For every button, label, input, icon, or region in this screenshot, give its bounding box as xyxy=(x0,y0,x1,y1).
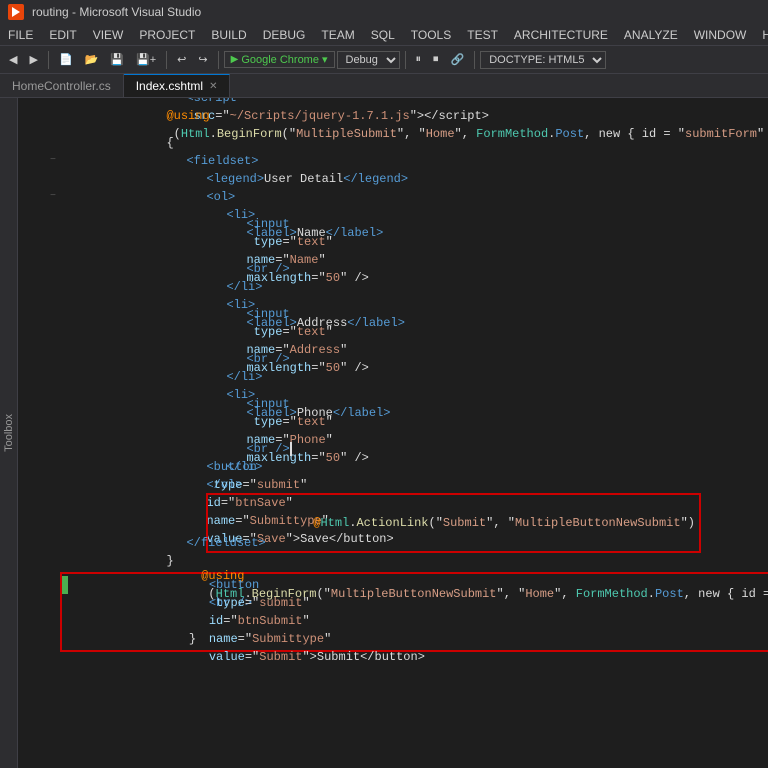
line-num-13 xyxy=(18,314,42,332)
line-num-12 xyxy=(18,296,42,314)
menu-sql[interactable]: SQL xyxy=(363,26,403,44)
line-num-23 xyxy=(18,494,42,512)
line-num-9 xyxy=(18,242,42,260)
line-num-21 xyxy=(18,458,42,476)
bottom-red-section: @using (Html.BeginForm("MultipleButtonNe… xyxy=(60,572,768,652)
run-button[interactable]: ▶ Google Chrome ▾ xyxy=(224,51,335,68)
menu-help[interactable]: HELP xyxy=(754,26,768,44)
menu-architecture[interactable]: ARCHITECTURE xyxy=(506,26,616,44)
line-num-2 xyxy=(18,116,42,134)
line-num-20 xyxy=(18,440,42,458)
tab-homecontroller-label: HomeController.cs xyxy=(12,79,111,93)
menu-file[interactable]: FILE xyxy=(0,26,41,44)
menu-bar: FILE EDIT VIEW PROJECT BUILD DEBUG TEAM … xyxy=(0,24,768,46)
back-btn[interactable]: ◀ xyxy=(4,50,22,69)
menu-build[interactable]: BUILD xyxy=(203,26,254,44)
toolbar: ◀ ▶ 📄 📂 💾 💾+ ↩ ↪ ▶ Google Chrome ▾ Debug… xyxy=(0,46,768,74)
title-text: routing - Microsoft Visual Studio xyxy=(32,5,201,19)
close-tab-icon[interactable]: ✕ xyxy=(209,81,217,92)
menu-debug[interactable]: DEBUG xyxy=(255,26,314,44)
line-num-29 xyxy=(18,602,42,620)
menu-project[interactable]: PROJECT xyxy=(131,26,203,44)
tab-bar: HomeController.cs Index.cshtml ✕ xyxy=(0,74,768,98)
doctype-dropdown[interactable]: DOCTYPE: HTML5 xyxy=(480,51,606,69)
menu-tools[interactable]: TOOLS xyxy=(403,26,459,44)
line-num-28 xyxy=(18,584,42,602)
line-num-16 xyxy=(18,368,42,386)
line-num-14 xyxy=(18,332,42,350)
line-num-17 xyxy=(18,386,42,404)
redo-btn[interactable]: ↪ xyxy=(193,50,212,69)
vs-icon xyxy=(8,4,24,20)
line-num-4 xyxy=(18,152,42,170)
code-area: − − xyxy=(18,98,768,768)
attach-btn[interactable]: 🔗 xyxy=(446,50,470,69)
line-num-25 xyxy=(18,530,42,548)
pause-btn[interactable]: ⏸ xyxy=(411,50,427,69)
stop-btn[interactable]: ⏹ xyxy=(428,50,444,69)
code-editor[interactable]: − − xyxy=(18,98,768,768)
menu-edit[interactable]: EDIT xyxy=(41,26,84,44)
menu-view[interactable]: VIEW xyxy=(85,26,132,44)
line-num-26 xyxy=(18,548,42,566)
new-btn[interactable]: 📄 xyxy=(54,50,78,69)
save-btn[interactable]: 💾 xyxy=(105,50,129,69)
separator-3 xyxy=(218,51,219,69)
save-all-btn[interactable]: 💾+ xyxy=(131,50,161,69)
line-numbers xyxy=(18,98,50,768)
menu-test[interactable]: TEST xyxy=(459,26,506,44)
separator-4 xyxy=(405,51,406,69)
forward-btn[interactable]: ▶ xyxy=(24,50,42,69)
tab-homecontroller[interactable]: HomeController.cs xyxy=(0,74,124,97)
open-btn[interactable]: 📂 xyxy=(80,50,104,69)
line-num-6 xyxy=(18,188,42,206)
line-num-19 xyxy=(18,422,42,440)
line-num-10 xyxy=(18,260,42,278)
line-num-27 xyxy=(18,566,42,584)
menu-team[interactable]: TEAM xyxy=(313,26,362,44)
line-num-8 xyxy=(18,224,42,242)
action-link-highlight: @Html.ActionLink("Submit", "MultipleButt… xyxy=(206,493,701,553)
tab-index-cshtml[interactable]: Index.cshtml ✕ xyxy=(124,74,231,97)
debug-dropdown[interactable]: Debug xyxy=(337,51,400,69)
undo-btn[interactable]: ↩ xyxy=(172,50,191,69)
menu-window[interactable]: WINDOW xyxy=(686,26,755,44)
toolbox-sidebar[interactable]: Toolbox xyxy=(0,98,18,768)
code-content[interactable]: <script src="~/Scripts/jquery-1.7.1.js">… xyxy=(56,98,768,768)
run-label: Google Chrome xyxy=(241,54,319,66)
line-num-18 xyxy=(18,404,42,422)
line-num-22 xyxy=(18,476,42,494)
run-dropdown-arrow[interactable]: ▾ xyxy=(322,53,328,66)
line-num-3 xyxy=(18,134,42,152)
line-num-5 xyxy=(18,170,42,188)
line-num-7 xyxy=(18,206,42,224)
line-num-30 xyxy=(18,620,42,638)
toolbox-label: Toolbox xyxy=(3,414,15,452)
title-bar: routing - Microsoft Visual Studio xyxy=(0,0,768,24)
line-num-24 xyxy=(18,512,42,530)
line-num-15 xyxy=(18,350,42,368)
line-num-11 xyxy=(18,278,42,296)
play-icon: ▶ xyxy=(231,54,239,65)
separator-5 xyxy=(474,51,475,69)
main-layout: Toolbox xyxy=(0,98,768,768)
menu-analyze[interactable]: ANALYZE xyxy=(616,26,686,44)
tab-index-label: Index.cshtml xyxy=(136,79,203,93)
line-num-1 xyxy=(18,98,42,116)
separator-1 xyxy=(48,51,49,69)
separator-2 xyxy=(166,51,167,69)
